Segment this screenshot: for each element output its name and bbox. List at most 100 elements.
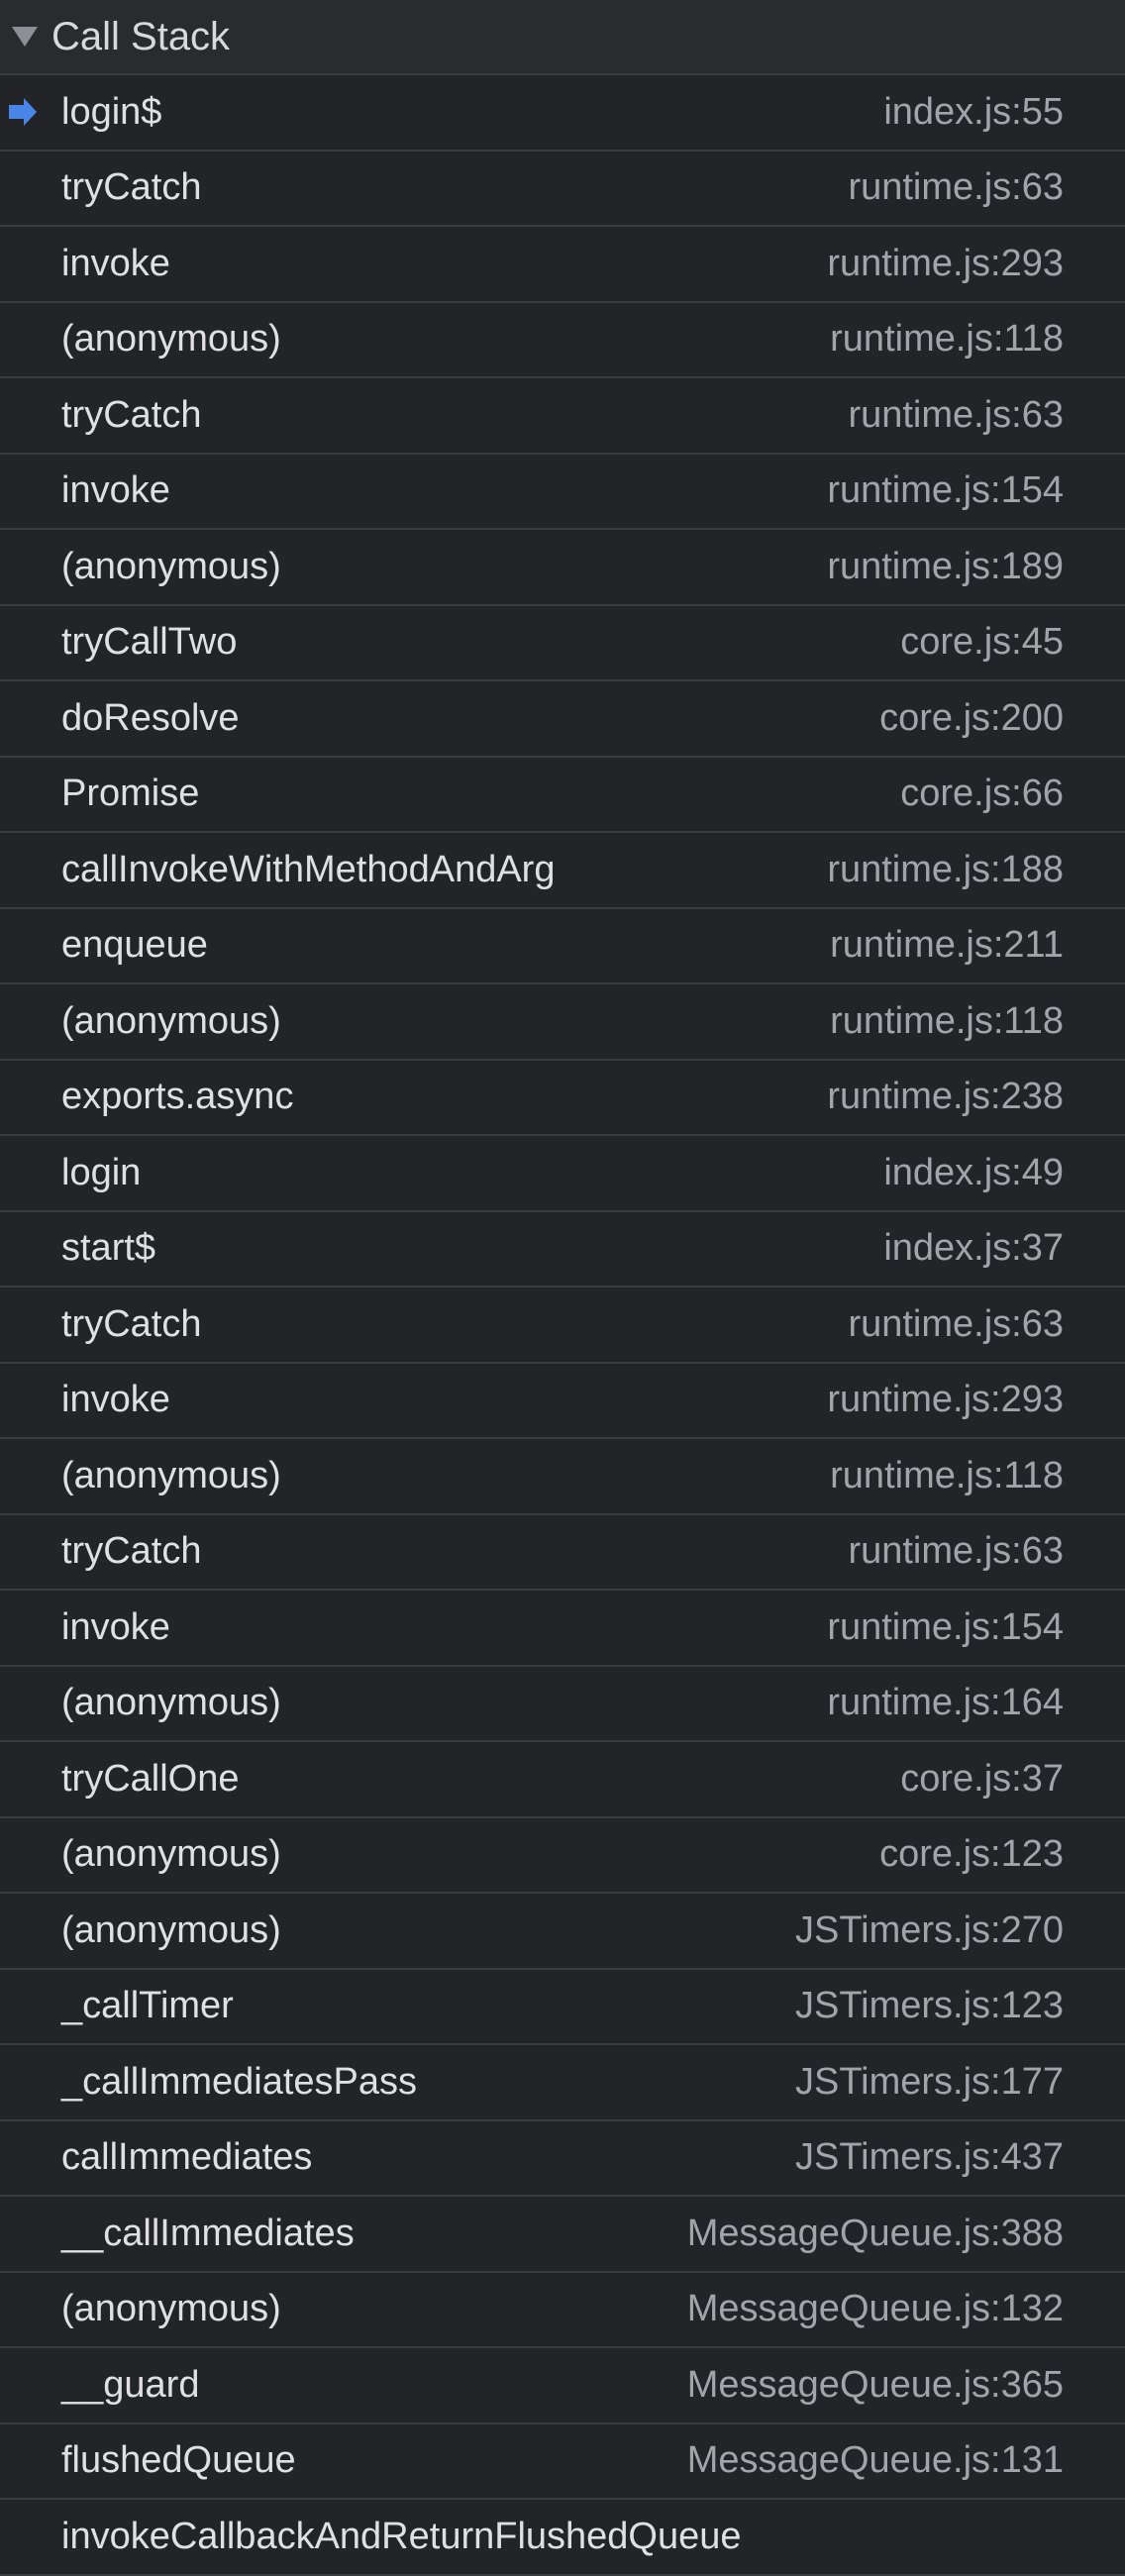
frame-function-name: start$ [61,1227,156,1270]
frame-source-location[interactable]: runtime.js:63 [848,166,1064,209]
call-stack-frame[interactable]: _callImmediatesPass JSTimers.js:177 [0,2045,1125,2121]
call-stack-frame[interactable]: _callTimer JSTimers.js:123 [0,1970,1125,2045]
frame-source-location[interactable]: runtime.js:63 [848,394,1064,437]
call-stack-frame[interactable]: start$ index.js:37 [0,1212,1125,1288]
call-stack-frame[interactable]: invoke runtime.js:293 [0,1364,1125,1439]
call-stack-frame[interactable]: enqueue runtime.js:211 [0,909,1125,984]
frame-function-name: exports.async [61,1076,294,1118]
call-stack-frame[interactable]: __callImmediates MessageQueue.js:388 [0,2197,1125,2273]
call-stack-frame[interactable]: tryCallOne core.js:37 [0,1742,1125,1818]
call-stack-frame[interactable]: (anonymous) runtime.js:118 [0,1439,1125,1515]
frame-function-name: (anonymous) [61,545,281,587]
frame-source-location[interactable]: runtime.js:238 [827,1076,1064,1118]
call-stack-title: Call Stack [51,14,231,58]
frame-source-location[interactable]: runtime.js:293 [827,243,1064,285]
frame-function-name: __guard [61,2363,200,2406]
frame-source-location[interactable]: runtime.js:189 [827,546,1064,588]
frame-function-name: _callTimer [61,1985,234,2027]
frame-function-name: tryCatch [61,1530,202,1573]
frame-function-name: _callImmediatesPass [61,2060,418,2103]
frame-function-name: invoke [61,1379,170,1421]
frame-source-location[interactable]: runtime.js:293 [827,1379,1064,1421]
frame-source-location[interactable]: core.js:123 [879,1833,1064,1876]
frame-function-name: tryCallOne [61,1757,240,1800]
frame-source-location[interactable]: runtime.js:164 [827,1682,1064,1724]
call-stack-frame[interactable]: exports.async runtime.js:238 [0,1061,1125,1136]
frame-function-name: __callImmediates [61,2212,355,2254]
frame-function-name: Promise [61,773,200,815]
frame-function-name: callImmediates [61,2136,313,2179]
frame-source-location[interactable]: JSTimers.js:437 [795,2136,1064,2179]
call-stack-frame[interactable]: doResolve core.js:200 [0,681,1125,758]
frame-function-name: tryCatch [61,166,202,209]
call-stack-frame[interactable]: (anonymous) runtime.js:189 [0,530,1125,606]
expand-triangle-icon[interactable] [12,27,38,47]
call-stack-frame[interactable]: (anonymous) JSTimers.js:270 [0,1894,1125,1970]
frame-source-location[interactable]: core.js:200 [879,697,1064,740]
call-stack-frame[interactable]: (anonymous) runtime.js:118 [0,303,1125,378]
frame-function-name: login$ [61,90,162,133]
call-stack-frame[interactable]: __guard MessageQueue.js:365 [0,2348,1125,2424]
call-stack-frame[interactable]: invokeCallbackAndReturnFlushedQueue [0,2500,1125,2576]
frame-source-location[interactable]: index.js:55 [883,91,1064,134]
frame-source-location[interactable]: JSTimers.js:123 [795,1985,1064,2027]
call-stack-frame[interactable]: invoke runtime.js:154 [0,455,1125,530]
frame-function-name: (anonymous) [61,318,281,361]
frame-source-location[interactable]: runtime.js:118 [830,1455,1064,1497]
frame-function-name: callInvokeWithMethodAndArg [61,848,556,890]
frame-source-location[interactable]: runtime.js:118 [830,318,1064,361]
frame-source-location[interactable]: index.js:37 [883,1227,1064,1270]
frame-function-name: enqueue [61,924,208,967]
frame-function-name: flushedQueue [61,2439,296,2482]
frame-function-name: login [61,1151,142,1193]
call-stack-frame[interactable]: login index.js:49 [0,1136,1125,1212]
frame-function-name: invoke [61,469,170,512]
frame-function-name: (anonymous) [61,1454,281,1496]
call-stack-frame[interactable]: callImmediates JSTimers.js:437 [0,2121,1125,2197]
frame-function-name: doResolve [61,696,240,739]
frame-function-name: invokeCallbackAndReturnFlushedQueue [61,2515,742,2557]
call-stack-panel: Call Stack login$ index.js:55 tryCatch runt… [0,0,1125,2576]
call-stack-frame[interactable]: (anonymous) core.js:123 [0,1818,1125,1894]
call-stack-frame[interactable]: callInvokeWithMethodAndArg runtime.js:188 [0,833,1125,909]
frame-function-name: (anonymous) [61,1908,281,1951]
frame-function-name: (anonymous) [61,1682,281,1724]
frame-source-location[interactable]: runtime.js:211 [830,924,1064,967]
frame-function-name: (anonymous) [61,1833,281,1876]
call-stack-frame[interactable]: invoke runtime.js:293 [0,227,1125,303]
frame-source-location[interactable]: JSTimers.js:270 [795,1909,1064,1952]
frame-source-location[interactable]: core.js:45 [900,621,1064,664]
frame-source-location[interactable]: MessageQueue.js:132 [687,2288,1064,2330]
call-stack-frame[interactable]: login$ index.js:55 [0,75,1125,152]
call-stack-frame[interactable]: invoke runtime.js:154 [0,1591,1125,1667]
call-stack-frame[interactable]: tryCatch runtime.js:63 [0,1288,1125,1364]
frame-source-location[interactable]: runtime.js:188 [827,849,1064,891]
frame-source-location[interactable]: index.js:49 [883,1152,1064,1194]
frame-source-location[interactable]: core.js:37 [900,1758,1064,1801]
call-stack-frame[interactable]: (anonymous) runtime.js:118 [0,984,1125,1061]
call-stack-frame[interactable]: flushedQueue MessageQueue.js:131 [0,2424,1125,2500]
frame-source-location[interactable]: runtime.js:154 [827,1606,1064,1649]
frame-source-location[interactable]: MessageQueue.js:365 [687,2364,1064,2407]
frame-function-name: (anonymous) [61,2288,281,2330]
call-stack-frame[interactable]: tryCatch runtime.js:63 [0,378,1125,455]
call-stack-frame[interactable]: tryCatch runtime.js:63 [0,1515,1125,1591]
frame-function-name: tryCatch [61,1302,202,1345]
frame-source-location[interactable]: MessageQueue.js:388 [687,2213,1064,2255]
frame-source-location[interactable]: core.js:66 [900,773,1064,815]
call-stack-frame[interactable]: tryCallTwo core.js:45 [0,606,1125,681]
frame-source-location[interactable]: runtime.js:118 [830,1000,1064,1043]
frame-source-location[interactable]: runtime.js:154 [827,469,1064,512]
call-stack-frame[interactable]: Promise core.js:66 [0,758,1125,833]
current-frame-arrow-icon [9,98,37,127]
frame-function-name: invoke [61,242,170,284]
frame-source-location[interactable]: runtime.js:63 [848,1530,1064,1573]
call-stack-header[interactable]: Call Stack [0,0,1125,75]
call-stack-frame[interactable]: (anonymous) MessageQueue.js:132 [0,2273,1125,2348]
call-stack-frame[interactable]: (anonymous) runtime.js:164 [0,1667,1125,1742]
frame-source-location[interactable]: MessageQueue.js:131 [687,2439,1064,2482]
call-stack-frame[interactable]: tryCatch runtime.js:63 [0,152,1125,227]
frame-source-location[interactable]: JSTimers.js:177 [795,2061,1064,2104]
frame-source-location[interactable]: runtime.js:63 [848,1303,1064,1346]
frame-function-name: tryCallTwo [61,621,238,664]
